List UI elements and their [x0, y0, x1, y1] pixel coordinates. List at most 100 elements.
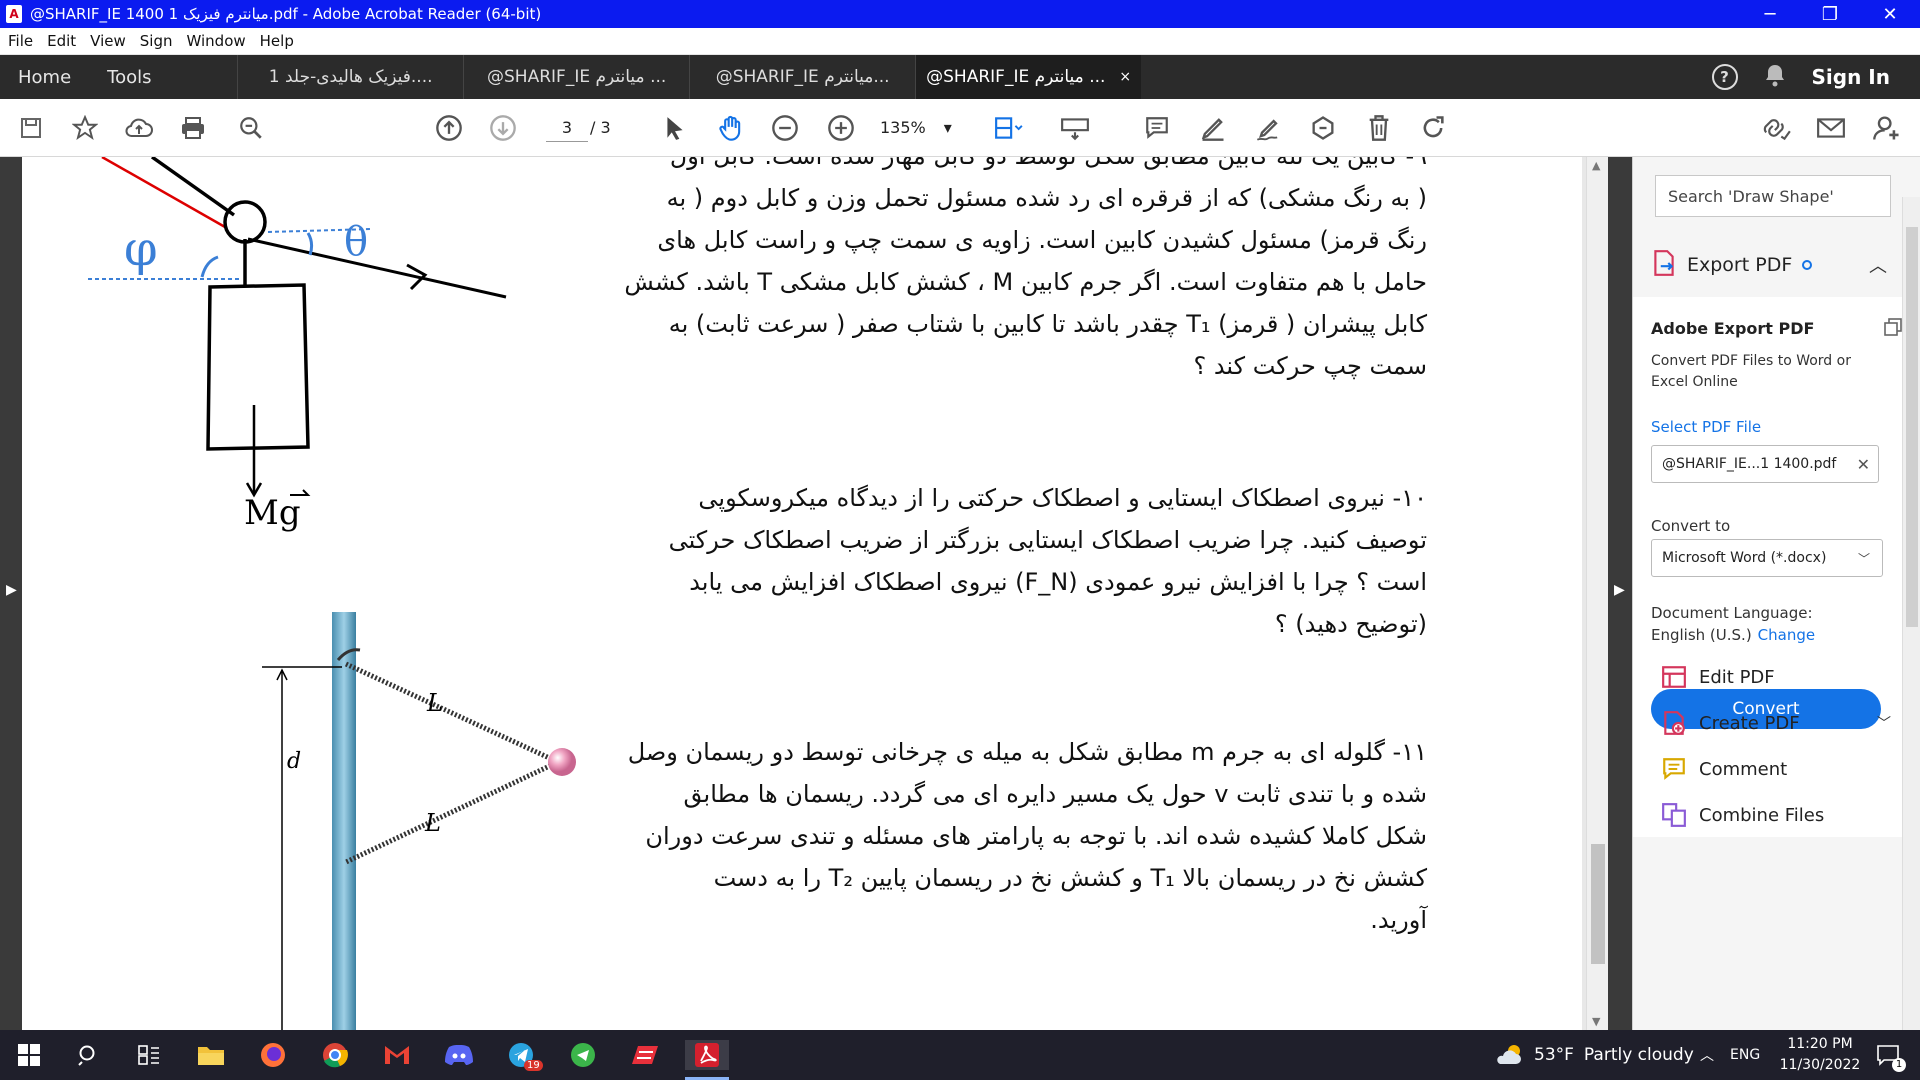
tool-create-pdf[interactable]: Create PDF ﹀ [1661, 705, 1901, 741]
chrome-icon[interactable] [320, 1040, 350, 1070]
tray-chevron-icon[interactable]: ︿ [1700, 1030, 1714, 1080]
system-clock[interactable]: 11:20 PM 11/30/2022 [1765, 1034, 1875, 1076]
telegram-x-icon[interactable] [568, 1040, 598, 1070]
zoom-level-value: 135% [880, 118, 926, 137]
acrobat-app-icon: A [6, 5, 22, 23]
menu-file[interactable]: File [8, 32, 33, 50]
menu-help[interactable]: Help [260, 32, 294, 50]
panel-scrollbar[interactable] [1902, 197, 1920, 1030]
zoom-out-icon[interactable] [770, 113, 800, 143]
card-description: Convert PDF Files to Word or Excel Onlin… [1651, 353, 1851, 390]
restore-button[interactable]: ❐ [1800, 4, 1860, 25]
menu-view[interactable]: View [90, 32, 126, 50]
windows-start-icon[interactable] [14, 1040, 44, 1070]
notifications-bell-icon[interactable] [1764, 63, 1786, 92]
question-line: شده و با تندی ثابت v حول یک مسیر دایره ا… [683, 780, 1427, 808]
help-icon[interactable]: ? [1711, 64, 1738, 90]
document-tab[interactable]: @SHARIF_IE میانترم ... [463, 55, 689, 99]
menu-edit[interactable]: Edit [47, 32, 76, 50]
tool-label: Create PDF [1699, 712, 1800, 734]
share-link-icon[interactable] [1762, 113, 1792, 143]
firefox-icon[interactable] [258, 1040, 288, 1070]
add-user-icon[interactable] [1872, 113, 1902, 143]
zoom-in-icon[interactable] [826, 113, 856, 143]
tool-combine-files[interactable]: Combine Files [1661, 797, 1901, 833]
close-tab-icon[interactable]: × [1119, 69, 1131, 85]
chevron-up-icon[interactable]: ︿ [1869, 252, 1887, 278]
save-icon[interactable] [16, 113, 46, 143]
question-11: ۱۱- گلوله ای به جرم m مطابق شکل به میله … [612, 731, 1427, 941]
stamp-icon[interactable] [1308, 113, 1338, 143]
language-name: English (U.S.) [1651, 626, 1752, 644]
document-viewport[interactable]: φ θ Mg L L d ۹- کابین یک تله کابین مطابق… [0, 157, 1632, 1030]
scroll-up-icon[interactable]: ▲ [1592, 159, 1600, 172]
previous-page-icon[interactable] [434, 113, 464, 143]
selected-file-field[interactable]: @SHARIF_IE...1 1400.pdf ✕ [1651, 445, 1879, 483]
delete-trash-icon[interactable] [1364, 113, 1394, 143]
menu-sign[interactable]: Sign [140, 32, 173, 50]
page-fit-icon[interactable] [994, 113, 1024, 143]
question-line: شکل کاملا کشیده شده اند. با توجه به پارا… [645, 822, 1427, 850]
convert-to-value: Microsoft Word (*.docx) [1662, 550, 1827, 566]
keyboard-icon[interactable] [1060, 113, 1090, 143]
select-pdf-file-link[interactable]: Select PDF File [1651, 418, 1761, 436]
document-tab-active[interactable]: @SHARIF_IE میانترم ... × [915, 55, 1142, 99]
input-language[interactable]: ENG [1730, 1030, 1760, 1080]
document-tab[interactable]: @SHARIF_IE میانترم... [689, 55, 915, 99]
zoom-level-select[interactable]: 135% ▾ [880, 114, 960, 142]
question-line: کشش نخ در ریسمان بالا T₁ و کشش نخ در ریس… [713, 864, 1427, 892]
question-9: ۹- کابین یک تله کابین مطابق شکل توسط دو … [612, 157, 1427, 387]
discord-icon[interactable] [444, 1040, 474, 1070]
rotate-icon[interactable] [1418, 113, 1448, 143]
document-tab[interactable]: فیزیک هالیدی-جلد 1.... [237, 55, 463, 99]
convert-to-select[interactable]: Microsoft Word (*.docx) ﹀ [1651, 539, 1883, 577]
right-pane-toggle[interactable]: ▶ [1608, 157, 1632, 1030]
scroll-down-icon[interactable]: ▼ [1592, 1015, 1600, 1028]
highlight-pen-icon[interactable] [1198, 113, 1228, 143]
chevron-down-icon[interactable]: ﹀ [1877, 713, 1891, 733]
email-icon[interactable] [1816, 113, 1846, 143]
notification-center-icon[interactable] [1876, 1030, 1900, 1080]
zoom-search-icon[interactable] [236, 113, 266, 143]
export-pdf-title: Export PDF [1687, 254, 1793, 276]
gmail-icon[interactable] [382, 1040, 412, 1070]
sign-in-button[interactable]: Sign In [1812, 65, 1890, 89]
question-line: توصیف کنید. چرا ضریب اصطکاک ایستایی بزرگ… [668, 526, 1427, 554]
document-scrollbar[interactable]: ▲ ▼ [1586, 157, 1608, 1030]
comment-icon[interactable] [1142, 113, 1172, 143]
bookmark-star-icon[interactable] [70, 113, 100, 143]
tool-comment[interactable]: Comment [1661, 751, 1901, 787]
menu-window[interactable]: Window [187, 32, 246, 50]
file-explorer-icon[interactable] [196, 1040, 226, 1070]
change-language-link[interactable]: Change [1758, 626, 1815, 644]
anydesk-icon[interactable] [630, 1040, 660, 1070]
close-window-button[interactable]: ✕ [1860, 4, 1920, 25]
tab-tools[interactable]: Tools [89, 55, 237, 99]
export-pdf-icon [1651, 249, 1677, 282]
print-icon[interactable] [178, 113, 208, 143]
left-pane-toggle[interactable]: ▶ [0, 157, 22, 1030]
menu-bar: File Edit View Sign Window Help [0, 28, 1920, 55]
tab-home[interactable]: Home [0, 55, 89, 99]
acrobat-taskbar-icon[interactable] [685, 1040, 729, 1070]
clear-file-icon[interactable]: ✕ [1857, 455, 1870, 474]
copy-icon[interactable] [1883, 317, 1903, 341]
hand-tool-icon[interactable] [716, 113, 746, 143]
question-line: (توضیح دهید) ؟ [1274, 610, 1427, 638]
task-view-icon[interactable] [134, 1040, 164, 1070]
draw-freehand-icon[interactable] [1254, 113, 1284, 143]
page-total: / 3 [590, 118, 611, 137]
minimize-button[interactable]: ─ [1740, 4, 1800, 25]
upload-cloud-icon[interactable] [124, 113, 154, 143]
clock-date: 11/30/2022 [1779, 1057, 1861, 1073]
search-tools-input[interactable]: Search 'Draw Shape' [1655, 175, 1891, 217]
tool-edit-pdf[interactable]: Edit PDF [1661, 659, 1901, 695]
panel-scrollbar-thumb[interactable] [1906, 227, 1918, 627]
scrollbar-thumb[interactable] [1591, 844, 1605, 964]
select-cursor-icon[interactable] [660, 113, 690, 143]
page-number-input[interactable]: 3 [546, 114, 588, 142]
search-icon[interactable] [74, 1040, 104, 1070]
next-page-icon[interactable] [488, 113, 518, 143]
weather-widget[interactable]: 53°F Partly cloudy [1494, 1030, 1694, 1080]
export-pdf-header[interactable]: Export PDF ︿ [1651, 247, 1891, 283]
